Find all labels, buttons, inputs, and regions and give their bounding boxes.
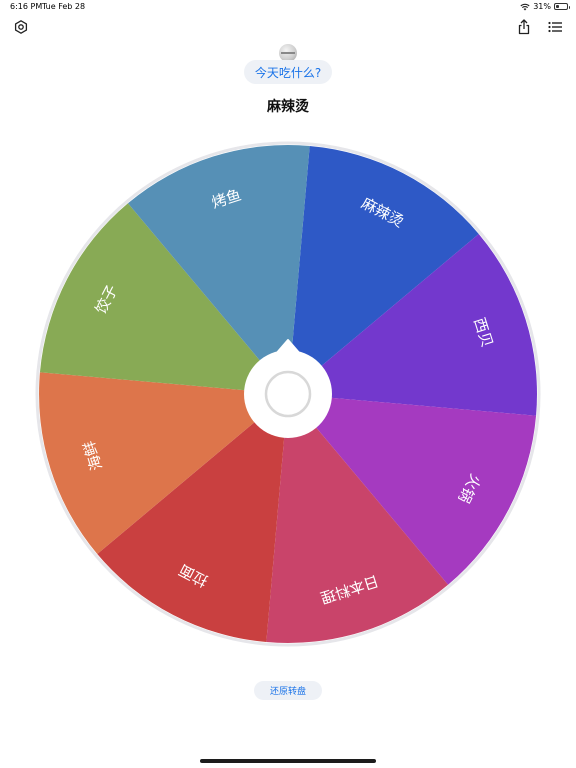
wheel[interactable]: 麻辣烫西贝火锅日本料理拉面海鲜饺子烤鱼: [0, 0, 576, 768]
reset-wheel-button[interactable]: 还原转盘: [254, 681, 322, 700]
home-indicator: [200, 759, 376, 763]
hub-disc: [244, 350, 332, 438]
